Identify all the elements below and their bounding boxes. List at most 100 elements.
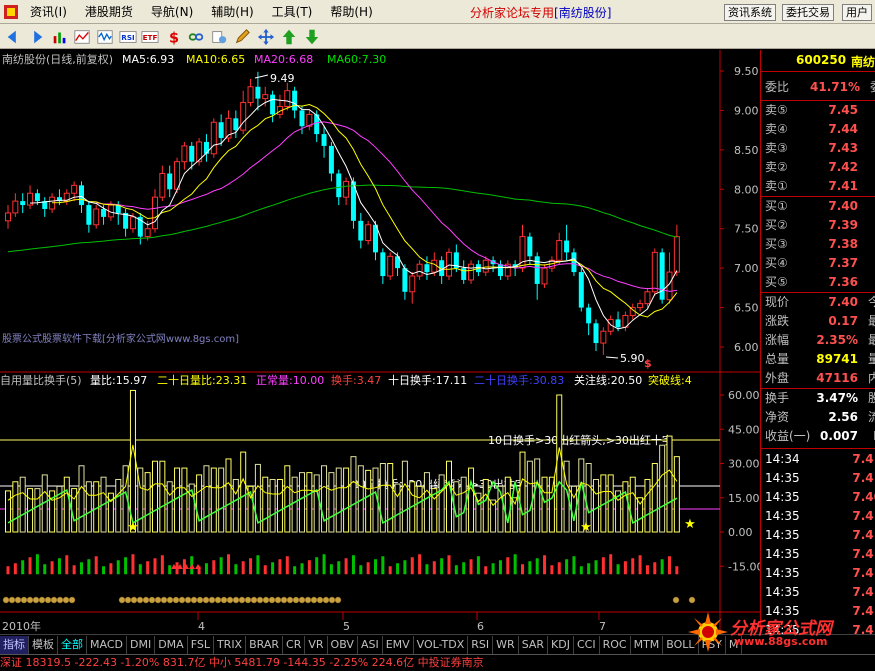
tick-list[interactable]: 14:347.41 14:357.41 14:357.40 14:357.41 … bbox=[761, 448, 875, 634]
candle-body bbox=[673, 236, 680, 273]
tab-emv[interactable]: EMV bbox=[383, 635, 414, 654]
chart-area[interactable]: 南纺股份(日线,前复权) MA5:6.93 MA10:6.65 MA20:6.6… bbox=[0, 50, 760, 634]
candlestick-series bbox=[5, 71, 680, 355]
tab-all[interactable]: 全部 bbox=[58, 635, 87, 654]
tab-dmi[interactable]: DMI bbox=[127, 635, 156, 654]
volume-bar bbox=[366, 562, 370, 575]
volume-bar bbox=[65, 555, 69, 575]
coin-icon bbox=[142, 596, 150, 604]
ask-row-2[interactable]: 卖② 7.42 bbox=[761, 158, 875, 177]
tab-macd[interactable]: MACD bbox=[87, 635, 127, 654]
menu-item-help[interactable]: 帮助(H) bbox=[321, 1, 381, 23]
turnover-bar bbox=[659, 444, 666, 533]
ask-row-5[interactable]: 卖⑤ 7.45 bbox=[761, 101, 875, 120]
rsi-icon[interactable]: RSI bbox=[118, 27, 138, 47]
tab-fsl[interactable]: FSL bbox=[188, 635, 214, 654]
ask-row-4[interactable]: 卖④ 7.44 bbox=[761, 120, 875, 139]
bid-row-4[interactable]: 买④ 7.37 bbox=[761, 254, 875, 273]
coin-icon bbox=[38, 596, 46, 604]
turnover-bar bbox=[159, 460, 166, 533]
link-icon[interactable] bbox=[186, 27, 206, 47]
menu-item-navigate[interactable]: 导航(N) bbox=[142, 1, 202, 23]
tab-asi[interactable]: ASI bbox=[358, 635, 383, 654]
tab-roc[interactable]: ROC bbox=[600, 635, 631, 654]
volume-bar bbox=[249, 558, 253, 575]
ask-row-1[interactable]: 卖① 7.41 bbox=[761, 177, 875, 196]
turnover-bar bbox=[181, 467, 188, 533]
coin-icon bbox=[196, 596, 204, 604]
time-axis-m4: 4 bbox=[198, 620, 205, 633]
volume-bar bbox=[94, 556, 98, 575]
tab-dma[interactable]: DMA bbox=[155, 635, 188, 654]
time-axis-m5: 5 bbox=[343, 620, 350, 633]
volume-bar bbox=[293, 566, 297, 575]
bid-row-3[interactable]: 买③ 7.38 bbox=[761, 235, 875, 254]
tab-obv[interactable]: OBV bbox=[328, 635, 358, 654]
tab-kdj[interactable]: KDJ bbox=[548, 635, 574, 654]
coin-icon bbox=[136, 596, 144, 604]
pencil-icon[interactable] bbox=[232, 27, 252, 47]
turnover-bar bbox=[387, 463, 394, 533]
volume-bar bbox=[315, 557, 319, 575]
coin-icon bbox=[672, 596, 680, 604]
bid-row-2[interactable]: 买② 7.39 bbox=[761, 216, 875, 235]
volume-bar bbox=[616, 564, 620, 575]
tick-row: 14:357.41 bbox=[765, 509, 875, 523]
tick-row: 14:347.41 bbox=[765, 452, 875, 466]
tab-brar[interactable]: BRAR bbox=[246, 635, 284, 654]
volume-bar bbox=[506, 557, 510, 575]
etf-icon[interactable]: ETF bbox=[140, 27, 160, 47]
wave-chart-icon[interactable] bbox=[95, 27, 115, 47]
bid-row-1[interactable]: 买① 7.40 bbox=[761, 197, 875, 216]
price-tick-label: 8.00 bbox=[734, 183, 759, 196]
low-marker-line bbox=[605, 356, 619, 359]
tab-rsi[interactable]: RSI bbox=[468, 635, 494, 654]
price-chart[interactable]: 南纺股份(日线,前复权) MA5:6.93 MA10:6.65 MA20:6.6… bbox=[0, 50, 760, 634]
menu-item-info[interactable]: 资讯(I) bbox=[21, 1, 76, 23]
turnover-bar bbox=[269, 478, 276, 533]
user-button[interactable]: 用户 bbox=[842, 4, 872, 21]
high-marker-line bbox=[254, 74, 269, 79]
tab-wr[interactable]: WR bbox=[493, 635, 519, 654]
ma60-line bbox=[7, 184, 678, 253]
volume-bar bbox=[675, 566, 679, 575]
turnover-bar bbox=[343, 467, 350, 533]
coin-icon bbox=[154, 596, 162, 604]
info-system-button[interactable]: 资讯系统 bbox=[724, 4, 776, 21]
site-watermark-url: www.88gs.com bbox=[734, 635, 828, 648]
dollar-icon[interactable]: $ bbox=[164, 27, 184, 47]
tab-cr[interactable]: CR bbox=[283, 635, 306, 654]
chart-settings-icon[interactable] bbox=[209, 27, 229, 47]
trade-button[interactable]: 委托交易 bbox=[782, 4, 834, 21]
menu-item-tools[interactable]: 工具(T) bbox=[263, 1, 322, 23]
arrow-up-icon[interactable] bbox=[279, 27, 299, 47]
tab-vr[interactable]: VR bbox=[305, 635, 328, 654]
tab-indicator[interactable]: 指标 bbox=[0, 635, 29, 654]
volume-bar bbox=[168, 565, 172, 575]
coin-icon bbox=[20, 596, 28, 604]
tab-cci[interactable]: CCI bbox=[574, 635, 600, 654]
back-icon[interactable] bbox=[4, 27, 24, 47]
menu-item-hk-futures[interactable]: 港股期货 bbox=[76, 1, 142, 23]
volume-bar bbox=[50, 561, 54, 575]
coin-icon bbox=[148, 596, 156, 604]
candle-body bbox=[431, 259, 438, 273]
tab-trix[interactable]: TRIX bbox=[214, 635, 247, 654]
ask-row-3[interactable]: 卖③ 7.43 bbox=[761, 139, 875, 158]
tab-sar[interactable]: SAR bbox=[519, 635, 549, 654]
price-tick-label: 8.50 bbox=[734, 144, 759, 157]
volume-bar bbox=[550, 565, 554, 575]
forward-icon[interactable] bbox=[26, 27, 46, 47]
line-chart-icon[interactable] bbox=[72, 27, 92, 47]
tab-mtm[interactable]: MTM bbox=[631, 635, 664, 654]
move-icon[interactable] bbox=[256, 27, 276, 47]
arrow-down-icon[interactable] bbox=[302, 27, 322, 47]
bar-chart-icon[interactable] bbox=[50, 27, 70, 47]
menu-item-assist[interactable]: 辅助(H) bbox=[202, 1, 262, 23]
volume-bar bbox=[565, 559, 569, 575]
coin-icon bbox=[202, 596, 210, 604]
bid-row-5[interactable]: 买⑤ 7.36 bbox=[761, 273, 875, 292]
watermark-text: 股票公式股票软件下载[分析家公式网www.8gs.com] bbox=[2, 332, 239, 345]
tab-template[interactable]: 模板 bbox=[29, 635, 58, 654]
tab-vol-tdx[interactable]: VOL-TDX bbox=[414, 635, 469, 654]
